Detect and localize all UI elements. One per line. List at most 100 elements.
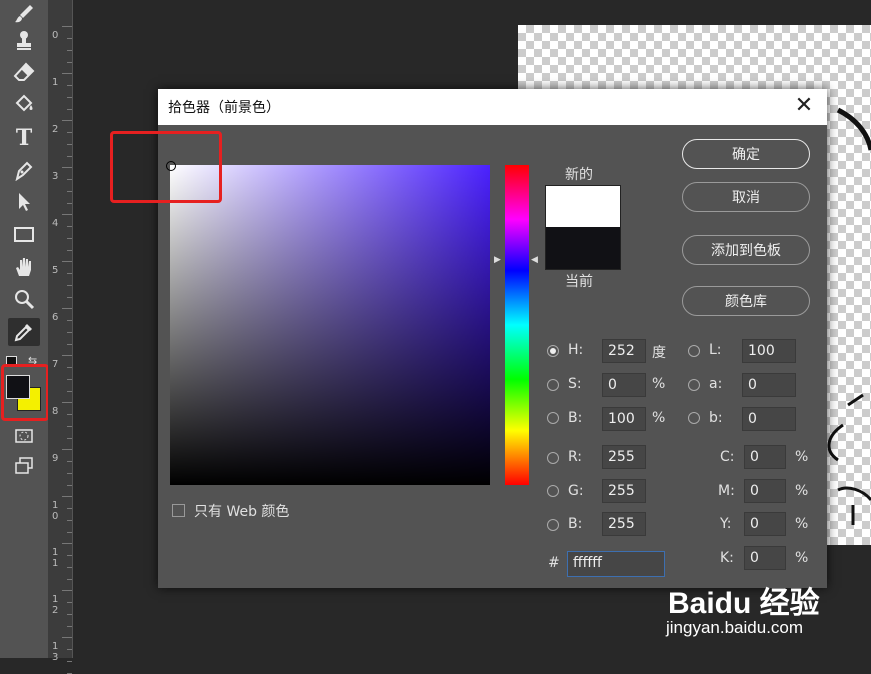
- g-field[interactable]: 255: [602, 479, 646, 503]
- ruler-tick-mark: [67, 508, 72, 509]
- pen-tool[interactable]: [8, 156, 40, 184]
- y-label: Y:: [720, 516, 732, 532]
- ok-button[interactable]: 确定: [682, 139, 810, 169]
- ruler-tick-mark: [67, 426, 72, 427]
- hand-icon: [16, 258, 31, 276]
- s-label: S:: [568, 376, 582, 392]
- eyedropper-tool[interactable]: [8, 318, 40, 346]
- ruler-tick-mark: [67, 614, 72, 615]
- hue-slider-right-arrow[interactable]: ◀: [531, 255, 538, 265]
- l-radio[interactable]: [688, 345, 700, 357]
- ruler-tick-mark: [67, 132, 72, 133]
- new-color-swatch: [545, 185, 621, 228]
- ruler-tick-mark: [67, 379, 72, 380]
- current-color-label: 当前: [565, 274, 593, 290]
- h-radio[interactable]: [547, 345, 559, 357]
- blue-radio[interactable]: [547, 519, 559, 531]
- color-picker-dialog: 拾色器（前景色） ✕ ▶ ◀ 新的 当前 确定 取消 添加到色板 颜色库 H: …: [158, 89, 827, 588]
- stamp-tool[interactable]: [8, 26, 40, 54]
- close-icon[interactable]: ✕: [791, 93, 817, 121]
- c-label: C:: [720, 449, 735, 465]
- zoom-icon: [15, 290, 35, 310]
- s-unit: %: [652, 376, 666, 392]
- ruler-tick-label: 1: [52, 77, 59, 88]
- ruler-tick-label: 3: [52, 171, 59, 182]
- m-field[interactable]: 0: [744, 479, 786, 503]
- path-select-icon: [19, 193, 30, 211]
- s-field[interactable]: 0: [602, 373, 646, 397]
- hue-slider-left-arrow[interactable]: ▶: [494, 255, 501, 265]
- screen-mode-button[interactable]: [8, 452, 40, 480]
- ruler-tick-mark: [67, 144, 72, 145]
- quick-mask-button[interactable]: [8, 422, 40, 450]
- h-label: H:: [568, 342, 584, 358]
- pen-icon: [15, 161, 33, 181]
- vertical-ruler: 0 1 2 3 4 5 6 7 8 9 1 0 1 1 1 2 1 3: [48, 0, 73, 674]
- add-to-swatches-button[interactable]: 添加到色板: [682, 235, 810, 265]
- hand-tool[interactable]: [8, 253, 40, 281]
- hex-label: #: [548, 555, 560, 571]
- ruler-tick-label: 2: [52, 124, 59, 135]
- ruler-tick-mark: [67, 649, 72, 650]
- brightness-field[interactable]: 100: [602, 407, 646, 431]
- eraser-tool[interactable]: [8, 58, 40, 86]
- zoom-tool[interactable]: [8, 285, 40, 313]
- web-colors-checkbox[interactable]: [172, 504, 185, 517]
- path-select-tool[interactable]: [8, 188, 40, 216]
- lab-b-field[interactable]: 0: [742, 407, 796, 431]
- ruler-tick-mark: [67, 344, 72, 345]
- paint-bucket-tool[interactable]: [8, 90, 40, 118]
- s-radio[interactable]: [547, 379, 559, 391]
- baidu-watermark: Baidu 经验 jingyan.baidu.com: [660, 560, 871, 658]
- ruler-tick-label: 1 3: [52, 641, 59, 663]
- ruler-tick-mark: [67, 555, 72, 556]
- r-field[interactable]: 255: [602, 445, 646, 469]
- blue-field[interactable]: 255: [602, 512, 646, 536]
- dialog-title: 拾色器（前景色）: [168, 100, 280, 116]
- type-tool[interactable]: T: [8, 124, 40, 152]
- color-libraries-button[interactable]: 颜色库: [682, 286, 810, 316]
- cancel-button[interactable]: 取消: [682, 182, 810, 212]
- paint-bucket-icon: [15, 94, 33, 112]
- ruler-tick-mark: [67, 367, 72, 368]
- brightness-unit: %: [652, 410, 666, 426]
- h-field[interactable]: 252: [602, 339, 646, 363]
- current-color-swatch[interactable]: [545, 227, 621, 270]
- a-field[interactable]: 0: [742, 373, 796, 397]
- ruler-tick-mark: [67, 250, 72, 251]
- ruler-tick-mark: [62, 496, 72, 497]
- l-field[interactable]: 100: [742, 339, 796, 363]
- a-radio[interactable]: [688, 379, 700, 391]
- c-unit: %: [795, 449, 809, 465]
- hue-slider[interactable]: [505, 165, 529, 485]
- brightness-radio[interactable]: [547, 412, 559, 424]
- brightness-label: B:: [568, 410, 583, 426]
- rectangle-tool[interactable]: [8, 220, 40, 248]
- ruler-tick-mark: [67, 109, 72, 110]
- g-radio[interactable]: [547, 485, 559, 497]
- ruler-tick-mark: [62, 402, 72, 403]
- ruler-tick-mark: [67, 391, 72, 392]
- ruler-tick-mark: [67, 297, 72, 298]
- ruler-tick-mark: [62, 637, 72, 638]
- blue-label: B:: [568, 516, 583, 532]
- type-icon: T: [15, 125, 33, 151]
- ruler-tick-mark: [67, 97, 72, 98]
- color-swatch-highlight: [1, 364, 49, 421]
- color-field[interactable]: [170, 165, 490, 485]
- brush-tool[interactable]: [8, 0, 40, 28]
- lab-b-radio[interactable]: [688, 412, 700, 424]
- ruler-tick-mark: [67, 332, 72, 333]
- ruler-tick-mark: [62, 590, 72, 591]
- y-field[interactable]: 0: [744, 512, 786, 536]
- m-unit: %: [795, 483, 809, 499]
- ruler-tick-label: 7: [52, 359, 59, 370]
- ruler-tick-mark: [67, 191, 72, 192]
- hex-field[interactable]: ffffff: [567, 551, 665, 577]
- a-label: a:: [709, 376, 723, 392]
- quick-mask-icon: [15, 429, 33, 443]
- c-field[interactable]: 0: [744, 445, 786, 469]
- ruler-tick-label: 1 1: [52, 547, 59, 569]
- r-radio[interactable]: [547, 452, 559, 464]
- g-label: G:: [568, 483, 584, 499]
